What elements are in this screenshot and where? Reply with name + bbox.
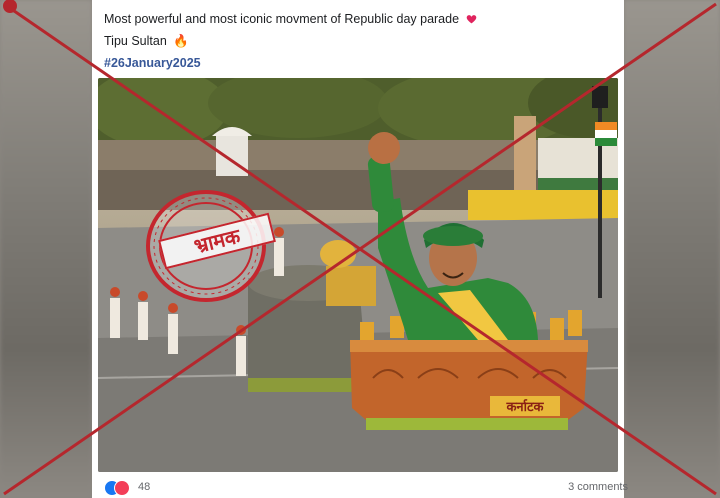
love-reaction-icon[interactable]	[114, 480, 130, 496]
post-footer: 48 3 comments	[104, 478, 628, 498]
heart-icon	[466, 15, 476, 24]
post-caption: Most powerful and most iconic movment of…	[104, 8, 477, 74]
caption-line-1: Most powerful and most iconic movment of…	[104, 8, 477, 30]
comments-count[interactable]: 3 comments	[568, 481, 628, 493]
fire-icon: 🔥	[173, 34, 189, 48]
caption-line-2: Tipu Sultan 🔥	[104, 30, 477, 52]
misleading-stamp: भ्रामक	[136, 186, 276, 306]
float-sign-text: कर्नाटक	[505, 399, 544, 415]
blurred-background-left	[0, 0, 92, 498]
caption-text-2: Tipu Sultan	[104, 34, 167, 48]
blurred-background-right	[624, 0, 720, 498]
caption-text-1: Most powerful and most iconic movment of…	[104, 12, 460, 26]
reaction-count[interactable]: 48	[138, 481, 150, 493]
hashtag-link[interactable]: #26January2025	[104, 56, 201, 70]
